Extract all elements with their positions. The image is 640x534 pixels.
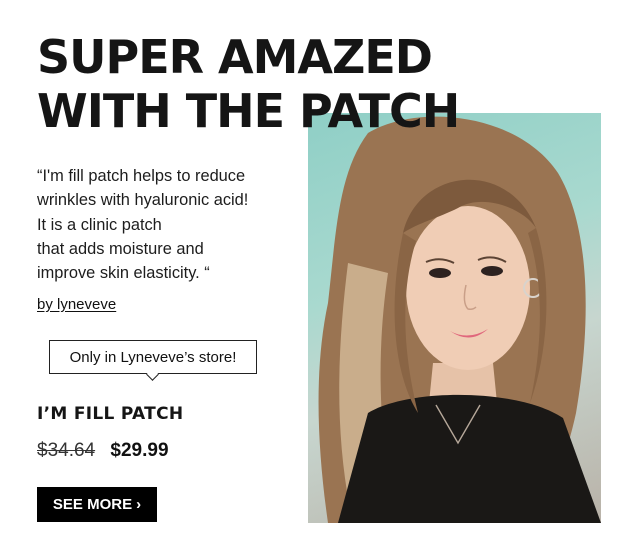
headline-line-2: WITH THE PATCH (37, 84, 460, 138)
model-photo (308, 113, 601, 523)
quote-line: “I'm fill patch helps to reduce (37, 167, 246, 185)
headline-line-1: SUPER AMAZED (37, 30, 433, 84)
see-more-button[interactable]: SEE MORE › (37, 487, 157, 522)
original-price: $34.64 (37, 440, 96, 461)
testimonial-quote: “I'm fill patch helps to reduce wrinkles… (37, 164, 299, 285)
quote-line: that adds moisture and (37, 239, 204, 258)
model-photo-illustration (318, 116, 601, 523)
headline: SUPER AMAZED WITH THE PATCH (37, 30, 460, 138)
quote-line: wrinkles with hyaluronic acid! (37, 191, 249, 210)
chevron-right-icon: › (136, 496, 142, 513)
product-name: I’M FILL PATCH (37, 404, 184, 424)
price-block: $34.64 $29.99 (37, 440, 169, 462)
sale-price: $29.99 (110, 440, 169, 461)
quote-line: improve skin elasticity. “ (37, 264, 210, 283)
see-more-label: SEE MORE (52, 496, 133, 513)
store-callout: Only in Lyneveve’s store! (49, 340, 257, 374)
quote-line: It is a clinic patch (37, 215, 162, 234)
author-link[interactable]: by lyneveve (37, 296, 116, 313)
store-callout-text: Only in Lyneveve’s store! (69, 348, 237, 366)
